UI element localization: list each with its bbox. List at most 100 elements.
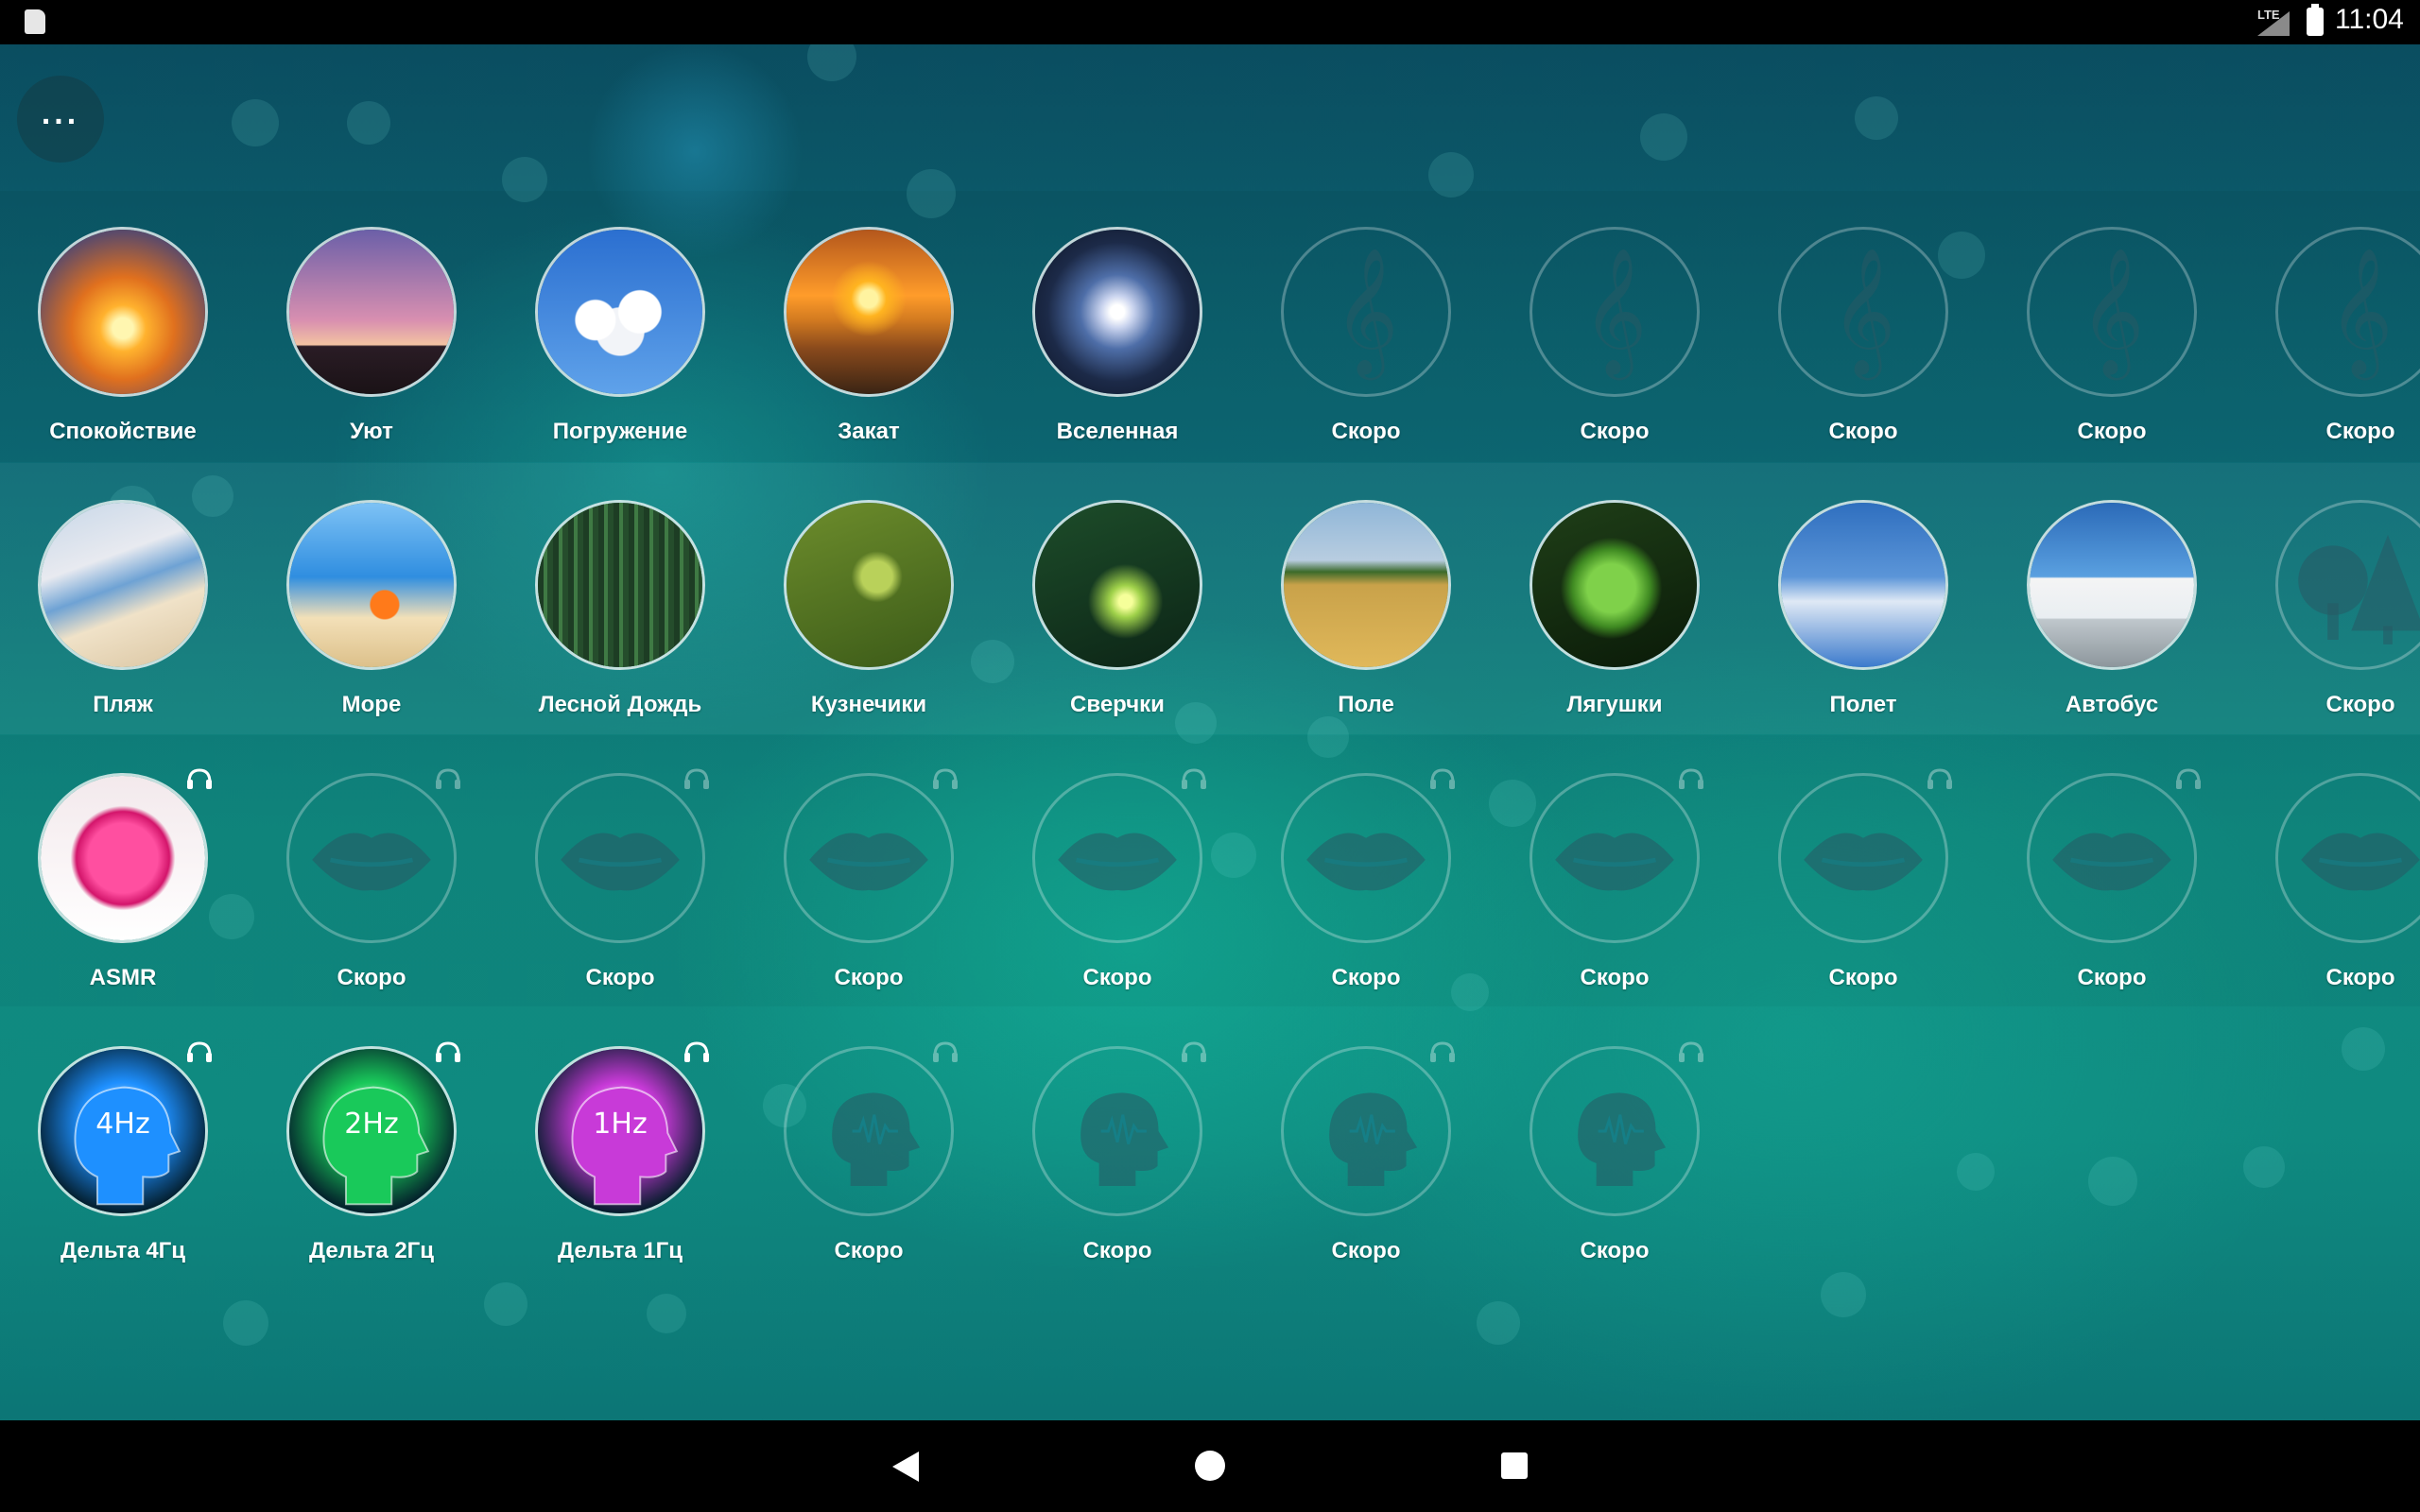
- coming-soon-tile[interactable]: Скоро: [774, 1041, 963, 1292]
- tile-label: Скоро: [2325, 419, 2395, 444]
- forest-rain-thumbnail[interactable]: [535, 500, 705, 670]
- clock: 11:04: [2335, 4, 2404, 35]
- coming-soon-tile[interactable]: 𝄞 Скоро: [1271, 227, 1461, 472]
- coming-soon-tile[interactable]: Скоро: [526, 768, 715, 1019]
- tile-label: Сверчки: [1070, 692, 1165, 717]
- sound-tile[interactable]: Лягушки: [1520, 500, 1709, 746]
- coming-soon-tile[interactable]: Скоро: [1023, 768, 1212, 1019]
- bokeh-dot: [907, 169, 956, 218]
- bus-thumbnail[interactable]: [2027, 500, 2197, 670]
- sound-tile[interactable]: Вселенная: [1023, 227, 1212, 472]
- brain-head-blue-thumbnail[interactable]: 4Hz: [38, 1046, 208, 1216]
- lips-icon[interactable]: [784, 773, 954, 943]
- sound-tile[interactable]: Пляж: [28, 500, 217, 746]
- head-wave-icon[interactable]: [784, 1046, 954, 1216]
- navigation-bar: [0, 1420, 2420, 1512]
- headphones-icon: [434, 767, 462, 790]
- beach-waves-thumbnail[interactable]: [38, 500, 208, 670]
- treble-clef-icon[interactable]: 𝄞: [2275, 227, 2420, 397]
- starfish-sea-thumbnail[interactable]: [286, 500, 457, 670]
- coming-soon-tile[interactable]: Скоро: [1520, 1041, 1709, 1292]
- head-wave-icon[interactable]: [1281, 1046, 1451, 1216]
- lips-icon[interactable]: [2275, 773, 2420, 943]
- home-icon[interactable]: [1195, 1451, 1225, 1481]
- sound-tile[interactable]: Полет: [1769, 500, 1958, 746]
- lips-icon[interactable]: [1778, 773, 1948, 943]
- coming-soon-tile[interactable]: Скоро: [2266, 773, 2420, 1019]
- coming-soon-tile[interactable]: Скоро: [1520, 768, 1709, 1019]
- coming-soon-tile[interactable]: Скоро: [1023, 1041, 1212, 1292]
- coming-soon-tile[interactable]: Скоро: [774, 768, 963, 1019]
- treble-clef-icon[interactable]: 𝄞: [1778, 227, 1948, 397]
- wheat-field-thumbnail[interactable]: [1281, 500, 1451, 670]
- coming-soon-tile[interactable]: Скоро: [1271, 1041, 1461, 1292]
- sound-tile[interactable]: Автобус: [2017, 500, 2206, 746]
- sound-tile[interactable]: Уют: [277, 227, 466, 472]
- frog-thumbnail[interactable]: [1530, 500, 1700, 670]
- headphones-icon: [1428, 767, 1457, 790]
- lips-thumbnail[interactable]: [38, 773, 208, 943]
- coming-soon-tile[interactable]: Скоро: [1271, 768, 1461, 1019]
- back-icon[interactable]: [892, 1452, 919, 1482]
- tile-label: Скоро: [1331, 1238, 1401, 1263]
- sound-tile[interactable]: 1Hz Дельта 1Гц: [526, 1041, 715, 1292]
- head-wave-icon[interactable]: [1032, 1046, 1202, 1216]
- head-wave-icon[interactable]: [1530, 1046, 1700, 1216]
- tile-label: Погружение: [552, 419, 688, 444]
- coming-soon-tile[interactable]: Скоро: [2017, 768, 2206, 1019]
- headphones-icon: [683, 1040, 711, 1063]
- tile-label: Дельта 4Гц: [60, 1238, 186, 1263]
- sound-tile[interactable]: Спокойствие: [28, 227, 217, 472]
- sound-tile[interactable]: Сверчки: [1023, 500, 1212, 746]
- cricket-night-thumbnail[interactable]: [1032, 500, 1202, 670]
- brain-head-green-thumbnail[interactable]: 2Hz: [286, 1046, 457, 1216]
- palm-trees-thumbnail[interactable]: [286, 227, 457, 397]
- cricket-night-image: [1035, 503, 1200, 667]
- sunset-clouds-image: [41, 230, 205, 394]
- lips-icon[interactable]: [2027, 773, 2197, 943]
- coming-soon-tile[interactable]: Скоро: [1769, 768, 1958, 1019]
- trees-icon[interactable]: [2275, 500, 2420, 670]
- bokeh-dot: [1477, 1301, 1520, 1345]
- coming-soon-tile[interactable]: 𝄞 Скоро: [2266, 227, 2420, 472]
- status-bar: LTE 11:04: [0, 0, 2420, 44]
- clouds-sky-thumbnail[interactable]: [535, 227, 705, 397]
- sound-tile[interactable]: Погружение: [526, 227, 715, 472]
- tile-label: Море: [341, 692, 402, 717]
- airplane-thumbnail[interactable]: [1778, 500, 1948, 670]
- svg-text:𝄞: 𝄞: [1582, 248, 1648, 381]
- sound-tile[interactable]: Лесной Дождь: [526, 500, 715, 746]
- coming-soon-tile[interactable]: 𝄞 Скоро: [1520, 227, 1709, 472]
- grasshopper-thumbnail[interactable]: [784, 500, 954, 670]
- more-menu-button[interactable]: ...: [17, 76, 104, 163]
- tile-label: Скоро: [1828, 965, 1898, 990]
- galaxy-thumbnail[interactable]: [1032, 227, 1202, 397]
- sound-tile[interactable]: 2Hz Дельта 2Гц: [277, 1041, 466, 1292]
- coming-soon-tile[interactable]: 𝄞 Скоро: [2017, 227, 2206, 472]
- brain-head-purple-thumbnail[interactable]: 1Hz: [535, 1046, 705, 1216]
- recents-icon[interactable]: [1501, 1452, 1528, 1479]
- headphones-icon: [1677, 1040, 1705, 1063]
- beach-sunset-thumbnail[interactable]: [784, 227, 954, 397]
- treble-clef-icon[interactable]: 𝄞: [2027, 227, 2197, 397]
- lips-icon[interactable]: [1032, 773, 1202, 943]
- coming-soon-tile[interactable]: Скоро: [2266, 500, 2420, 746]
- sound-tile[interactable]: Закат: [774, 227, 963, 472]
- svg-text:𝄞: 𝄞: [2080, 248, 2145, 381]
- coming-soon-tile[interactable]: Скоро: [277, 768, 466, 1019]
- sound-tile[interactable]: 4Hz Дельта 4Гц: [28, 1041, 217, 1292]
- sound-tile[interactable]: Кузнечики: [774, 500, 963, 746]
- lips-icon[interactable]: [535, 773, 705, 943]
- bokeh-dot: [1821, 1272, 1866, 1317]
- tile-label: Скоро: [337, 965, 406, 990]
- treble-clef-icon[interactable]: 𝄞: [1281, 227, 1451, 397]
- sunset-clouds-thumbnail[interactable]: [38, 227, 208, 397]
- sound-tile[interactable]: ASMR: [28, 768, 217, 1019]
- sound-tile[interactable]: Поле: [1271, 500, 1461, 746]
- sound-tile[interactable]: Море: [277, 500, 466, 746]
- lips-icon[interactable]: [1530, 773, 1700, 943]
- treble-clef-icon[interactable]: 𝄞: [1530, 227, 1700, 397]
- coming-soon-tile[interactable]: 𝄞 Скоро: [1769, 227, 1958, 472]
- lips-icon[interactable]: [1281, 773, 1451, 943]
- lips-icon[interactable]: [286, 773, 457, 943]
